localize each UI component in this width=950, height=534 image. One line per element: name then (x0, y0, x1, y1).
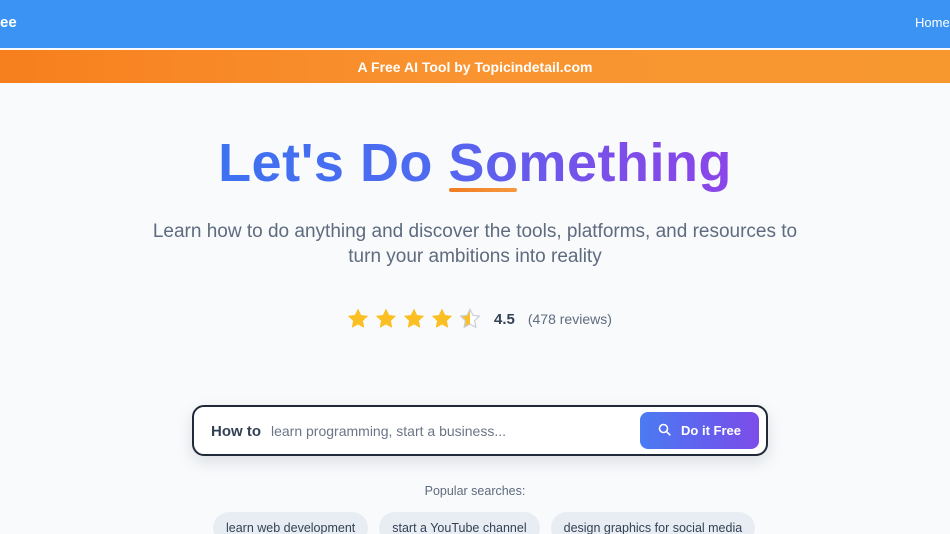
rating-value: 4.5 (494, 310, 515, 328)
promo-banner-text[interactable]: A Free AI Tool by Topicindetail.com (358, 59, 593, 75)
popular-search-chip[interactable]: design graphics for social media (550, 512, 756, 534)
hero-subtitle-line2: turn your ambitions into reality (348, 246, 602, 267)
do-it-free-button[interactable]: Do it Free (640, 412, 759, 449)
rating-summary: 4.5 (478 reviews) (346, 306, 612, 332)
hero-title: Let's Do Something (0, 132, 950, 194)
do-it-free-button-label: Do it Free (681, 423, 741, 438)
nav-link-home[interactable]: Home (915, 15, 950, 30)
star-filled-icon (432, 308, 452, 328)
star-filled-icon (348, 308, 368, 328)
star-filled-icon (376, 308, 396, 328)
search-prefix-label: How to (211, 423, 261, 440)
top-nav-bar: ee Home (0, 0, 950, 48)
popular-search-chips: learn web development start a YouTube cha… (213, 512, 756, 534)
search-icon (658, 423, 671, 439)
brand-logo-text[interactable]: ee (0, 14, 17, 31)
how-to-search-form: How to Do it Free (192, 405, 768, 456)
rating-stars (346, 307, 482, 331)
star-filled-icon (404, 308, 424, 328)
search-input[interactable] (271, 419, 631, 443)
title-underline-accent (449, 188, 517, 192)
hero-title-text: Let's Do Something (218, 133, 732, 193)
hero-subtitle-line1: Learn how to do anything and discover th… (152, 221, 798, 242)
popular-searches-label: Popular searches: (424, 484, 526, 498)
popular-search-chip[interactable]: start a YouTube channel (379, 512, 540, 534)
hero-subtitle: Learn how to do anything and discover th… (140, 219, 810, 269)
promo-banner: A Free AI Tool by Topicindetail.com (0, 50, 950, 83)
rating-review-count: (478 reviews) (527, 311, 612, 327)
star-half-icon (459, 308, 481, 328)
popular-search-chip[interactable]: learn web development (213, 512, 369, 534)
